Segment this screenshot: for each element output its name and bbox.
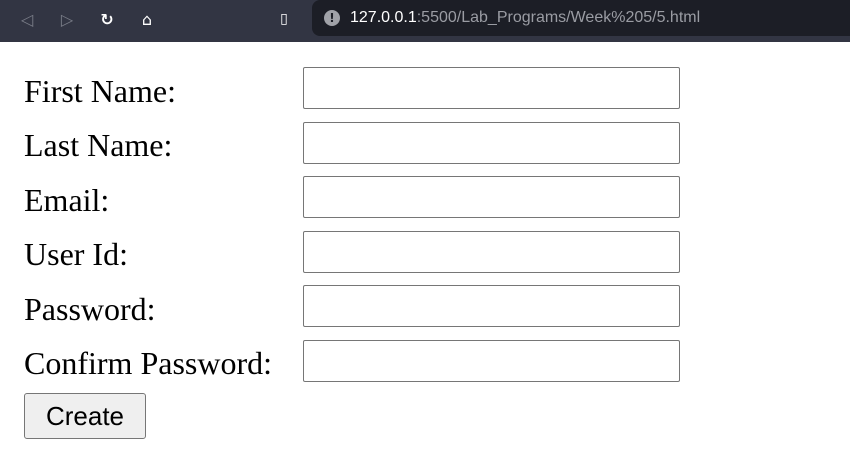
first-name-input[interactable]	[303, 67, 680, 110]
registration-form: First Name: Last Name: Email: User Id: P…	[24, 64, 680, 439]
forward-icon[interactable]: ▷	[56, 8, 78, 30]
bookmark-icon[interactable]: ▯	[273, 8, 295, 30]
address-bar[interactable]: ! 127.0.0.1:5500/Lab_Programs/Week%205/5…	[312, 0, 850, 36]
password-row: Password:	[24, 282, 680, 337]
password-label: Password:	[24, 290, 156, 327]
email-label: Email:	[24, 181, 110, 218]
info-icon[interactable]: !	[324, 10, 340, 26]
confirm-password-row: Confirm Password:	[24, 337, 680, 392]
url-text: 127.0.0.1:5500/Lab_Programs/Week%205/5.h…	[350, 9, 701, 26]
reload-icon[interactable]: ↻	[96, 8, 118, 30]
create-button[interactable]: Create	[24, 393, 146, 439]
confirm-password-label: Confirm Password:	[24, 345, 272, 382]
last-name-input[interactable]	[303, 121, 680, 164]
password-input[interactable]	[303, 285, 680, 328]
user-id-row: User Id:	[24, 228, 680, 283]
browser-toolbar: ◁ ▷ ↻ ⌂ ▯ ! 127.0.0.1:5500/Lab_Programs/…	[0, 0, 850, 42]
first-name-row: First Name:	[24, 64, 680, 119]
email-input[interactable]	[303, 176, 680, 219]
last-name-row: Last Name:	[24, 119, 680, 174]
confirm-password-input[interactable]	[303, 339, 680, 382]
back-icon[interactable]: ◁	[16, 8, 38, 30]
first-name-label: First Name:	[24, 72, 176, 109]
last-name-label: Last Name:	[24, 127, 173, 164]
user-id-label: User Id:	[24, 236, 128, 273]
email-row: Email:	[24, 173, 680, 228]
home-icon[interactable]: ⌂	[136, 8, 158, 30]
user-id-input[interactable]	[303, 230, 680, 273]
